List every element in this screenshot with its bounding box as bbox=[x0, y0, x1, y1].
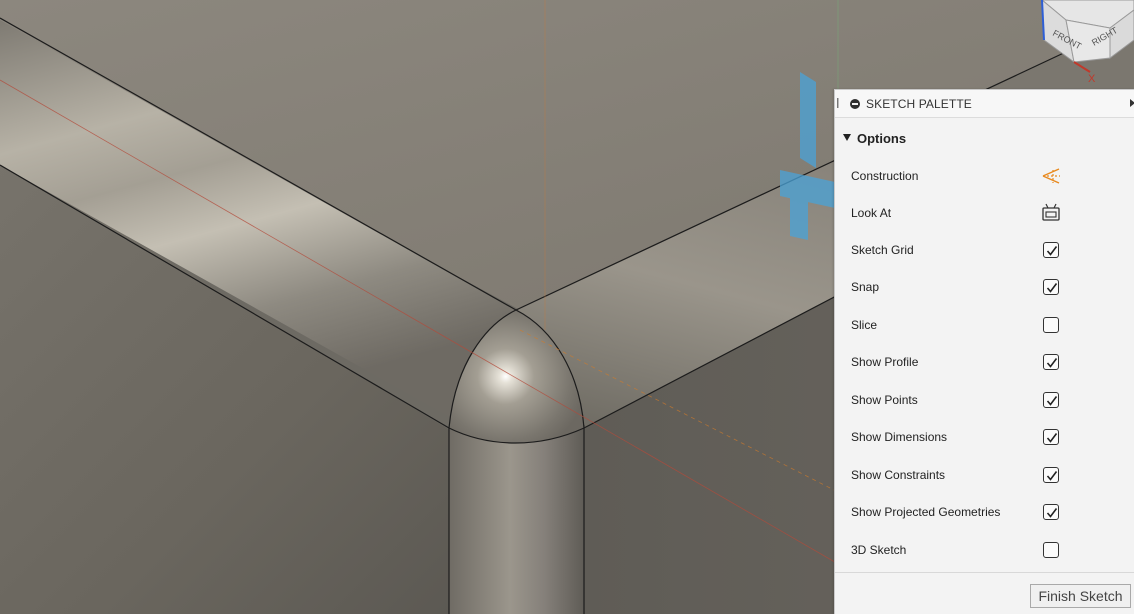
axis-x-label: X bbox=[1088, 73, 1096, 85]
palette-title: SKETCH PALETTE bbox=[866, 97, 972, 111]
slice-checkbox[interactable] bbox=[1043, 317, 1059, 333]
option-show-projected-geometries[interactable]: Show Projected Geometries bbox=[835, 494, 1134, 531]
palette-footer: Finish Sketch bbox=[835, 572, 1134, 614]
option-look-at[interactable]: Look At bbox=[835, 195, 1134, 232]
option-label: Look At bbox=[851, 206, 892, 220]
option-construction[interactable]: Construction bbox=[835, 158, 1134, 195]
construction-icon[interactable] bbox=[1039, 164, 1063, 188]
3d-sketch-checkbox[interactable] bbox=[1043, 542, 1059, 558]
fillet-vertical bbox=[449, 425, 585, 614]
option-3d-sketch[interactable]: 3D Sketch bbox=[835, 532, 1134, 569]
option-label: Show Dimensions bbox=[851, 430, 948, 444]
option-label: Show Constraints bbox=[851, 468, 946, 482]
option-label: Show Profile bbox=[851, 355, 919, 369]
option-label: Show Projected Geometries bbox=[851, 505, 1001, 519]
option-show-points[interactable]: Show Points bbox=[835, 382, 1134, 419]
option-snap[interactable]: Snap bbox=[835, 269, 1134, 306]
finish-sketch-button[interactable]: Finish Sketch bbox=[1030, 584, 1131, 608]
option-show-constraints[interactable]: Show Constraints bbox=[835, 457, 1134, 494]
collapse-icon[interactable] bbox=[850, 99, 860, 109]
options-label: Options bbox=[857, 131, 907, 146]
drag-grip-icon[interactable] bbox=[837, 98, 839, 108]
option-sketch-grid[interactable]: Sketch Grid bbox=[835, 232, 1134, 269]
show-projected-geometries-checkbox[interactable] bbox=[1043, 504, 1059, 520]
look-at-icon[interactable] bbox=[1039, 201, 1063, 225]
show-profile-checkbox[interactable] bbox=[1043, 354, 1059, 370]
option-label: Snap bbox=[851, 280, 880, 294]
sketch-grid-checkbox[interactable] bbox=[1043, 242, 1059, 258]
option-label: Show Points bbox=[851, 393, 918, 407]
options-section-header[interactable]: Options bbox=[835, 118, 1134, 158]
option-label: Slice bbox=[851, 318, 878, 332]
palette-header[interactable]: SKETCH PALETTE bbox=[835, 90, 1134, 118]
caret-down-icon[interactable] bbox=[843, 134, 851, 141]
option-show-profile[interactable]: Show Profile bbox=[835, 344, 1134, 381]
show-dimensions-checkbox[interactable] bbox=[1043, 429, 1059, 445]
expand-arrow-icon[interactable] bbox=[1130, 99, 1134, 107]
option-slice[interactable]: Slice bbox=[835, 307, 1134, 344]
option-label: Sketch Grid bbox=[851, 243, 914, 257]
option-label: 3D Sketch bbox=[851, 543, 907, 557]
show-points-checkbox[interactable] bbox=[1043, 392, 1059, 408]
snap-checkbox[interactable] bbox=[1043, 279, 1059, 295]
option-label: Construction bbox=[851, 169, 919, 183]
sketch-palette: SKETCH PALETTE Options Construction Look… bbox=[834, 89, 1134, 614]
view-cube[interactable]: FRONT RIGHT X bbox=[1030, 0, 1134, 90]
show-constraints-checkbox[interactable] bbox=[1043, 467, 1059, 483]
option-show-dimensions[interactable]: Show Dimensions bbox=[835, 419, 1134, 456]
